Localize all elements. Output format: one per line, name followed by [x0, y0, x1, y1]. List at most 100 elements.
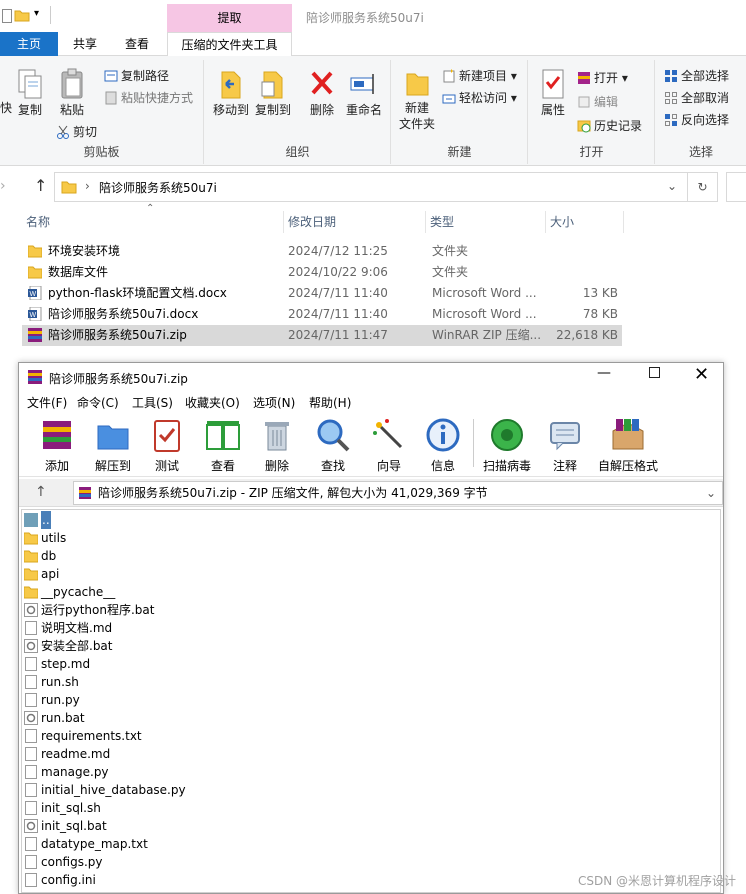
comment-button[interactable]: 注释 [537, 417, 593, 474]
menu-options[interactable]: 选项(N) [253, 394, 295, 411]
test-button[interactable]: 测试 [139, 417, 195, 474]
up-folder-arrow-icon[interactable]: ↑ [35, 484, 47, 500]
open-label: 打开 [594, 71, 619, 85]
paste-shortcut-button[interactable]: 粘贴快捷方式 [104, 88, 193, 108]
file-icon [25, 729, 37, 743]
wizard-button[interactable]: 向导 [361, 417, 417, 474]
folder-icon[interactable] [14, 8, 30, 22]
new-item-button[interactable]: 新建项目 ▾ [442, 66, 517, 86]
open-button[interactable]: 打开 ▾ [577, 68, 628, 88]
menu-file[interactable]: 文件(F) [27, 394, 67, 411]
find-button[interactable]: 查找 [305, 417, 361, 474]
search-icon [317, 419, 350, 452]
new-folder-icon [406, 73, 429, 96]
file-row[interactable]: W 陪诊师服务系统50u7i.docx 2024/7/11 11:40 Microso… [22, 304, 622, 325]
file-row[interactable]: 陪诊师服务系统50u7i.zip 2024/7/11 11:47 WinRAR ZI… [22, 325, 622, 346]
menu-commands[interactable]: 命令(C) [77, 394, 119, 411]
refresh-button[interactable]: ↻ [688, 172, 718, 202]
add-archive-icon [43, 421, 71, 449]
cut-button[interactable]: 剪切 [56, 122, 97, 142]
tab-compressed-folder-tools[interactable]: 压缩的文件夹工具 [167, 32, 292, 57]
column-header: ⌃ 名称 修改日期 类型 大小 [0, 203, 746, 233]
view-book-icon [206, 421, 240, 450]
column-name[interactable]: 名称 [22, 211, 284, 233]
rename-icon [350, 74, 374, 94]
archive-item-name: init_sql.bat [41, 819, 107, 833]
file-type: WinRAR ZIP 压缩... [432, 328, 542, 342]
address-bar[interactable]: › 陪诊师服务系统50u7i ⌄ [54, 172, 688, 202]
invert-selection-button[interactable]: 反向选择 [664, 110, 729, 130]
info-icon [426, 418, 460, 452]
forward-arrow-icon[interactable]: › [0, 178, 6, 194]
search-box[interactable] [726, 172, 746, 202]
file-icon [25, 801, 37, 815]
minimize-button[interactable]: — [597, 365, 611, 381]
path-dropdown-icon[interactable]: ⌄ [706, 482, 716, 504]
file-row[interactable]: 数据库文件 2024/10/22 9:06 文件夹 [22, 262, 622, 283]
file-icon [25, 621, 37, 635]
file-icon [25, 783, 37, 797]
add-button[interactable]: 添加 [29, 417, 85, 474]
delete-archive-button[interactable]: 删除 [249, 417, 305, 474]
new-folder-label-1: 新建 [404, 101, 429, 115]
tab-view[interactable]: 查看 [114, 32, 160, 56]
column-type[interactable]: 类型 [426, 211, 546, 233]
tab-home[interactable]: 主页 [0, 32, 58, 56]
winrar-menu-bar: 文件(F) 命令(C) 工具(S) 收藏夹(O) 选项(N) 帮助(H) [19, 391, 723, 413]
info-button[interactable]: 信息 [415, 417, 471, 474]
select-all-button[interactable]: 全部选择 [664, 66, 729, 86]
winrar-window: 陪诊师服务系统50u7i.zip — ✕ 文件(F) 命令(C) 工具(S) 收… [18, 362, 724, 894]
rename-button[interactable]: 重命名 [343, 68, 385, 118]
history-button[interactable]: 历史记录 [577, 116, 642, 136]
close-button[interactable]: ✕ [694, 364, 709, 385]
archive-item-name: db [41, 549, 57, 563]
tab-share[interactable]: 共享 [62, 32, 108, 56]
properties-button[interactable]: 属性 [535, 68, 571, 118]
archive-item-name: 安装全部.bat [41, 639, 113, 653]
easy-access-button[interactable]: 轻松访问 ▾ [442, 88, 517, 108]
batch-file-icon [24, 711, 38, 725]
archive-path-box[interactable]: 陪诊师服务系统50u7i.zip - ZIP 压缩文件, 解包大小为 41,02… [73, 481, 723, 505]
edit-button[interactable]: 编辑 [577, 92, 618, 112]
paste-button[interactable]: 粘贴 [56, 68, 88, 118]
maximize-button[interactable] [649, 367, 660, 378]
menu-favorites[interactable]: 收藏夹(O) [185, 394, 240, 411]
column-modified[interactable]: 修改日期 [284, 211, 426, 233]
delete-button[interactable]: 删除 [305, 68, 339, 118]
copy-button[interactable]: 复制 [14, 68, 46, 118]
file-row[interactable]: 环境安装环境 2024/7/12 11:25 文件夹 [22, 241, 622, 262]
folder-icon [24, 532, 38, 545]
properties-icon[interactable] [2, 9, 12, 23]
archive-item-name: requirements.txt [41, 729, 142, 743]
batch-file-icon [24, 819, 38, 833]
file-icon [25, 837, 37, 851]
menu-tools[interactable]: 工具(S) [132, 394, 173, 411]
file-row[interactable]: Wpython-flask环境配置文档.docx 2024/7/11 11:40 M… [22, 283, 622, 304]
view-button[interactable]: 查看 [195, 417, 251, 474]
history-label: 历史记录 [594, 119, 643, 133]
column-size[interactable]: 大小 [546, 211, 624, 233]
folder-icon [24, 550, 38, 563]
select-none-icon [665, 92, 677, 104]
extract-folder-icon [97, 425, 129, 450]
context-tab-extract[interactable]: 提取 [167, 4, 292, 32]
new-folder-button[interactable]: 新建 文件夹 [396, 68, 438, 132]
address-dropdown-icon[interactable]: ⌄ [667, 179, 677, 193]
copy-to-button[interactable]: 复制到 [253, 68, 293, 118]
scan-virus-button[interactable]: 扫描病毒 [479, 417, 535, 474]
select-none-button[interactable]: 全部取消 [664, 88, 729, 108]
sfx-button[interactable]: 自解压格式 [593, 417, 663, 474]
move-to-button[interactable]: 移动到 [211, 68, 251, 118]
paste-icon [61, 68, 83, 99]
extract-to-button[interactable]: 解压到 [85, 417, 141, 474]
up-arrow-icon[interactable]: ↑ [34, 176, 47, 195]
delete-archive-label: 删除 [264, 459, 289, 473]
winrar-path-bar: ↑ 陪诊师服务系统50u7i.zip - ZIP 压缩文件, 解包大小为 41,… [19, 479, 723, 507]
file-date: 2024/7/11 11:40 [288, 286, 388, 300]
new-item-icon [443, 69, 455, 83]
ribbon: 快 复制 粘贴 复制路径 粘贴快捷方式 剪切 剪贴板 移动到 复制到 删除 重命… [0, 56, 746, 166]
copy-path-button[interactable]: 复制路径 [104, 66, 169, 86]
menu-help[interactable]: 帮助(H) [309, 394, 351, 411]
invert-selection-label: 反向选择 [681, 113, 730, 127]
chevron-down-icon[interactable]: ▾ [34, 8, 39, 19]
